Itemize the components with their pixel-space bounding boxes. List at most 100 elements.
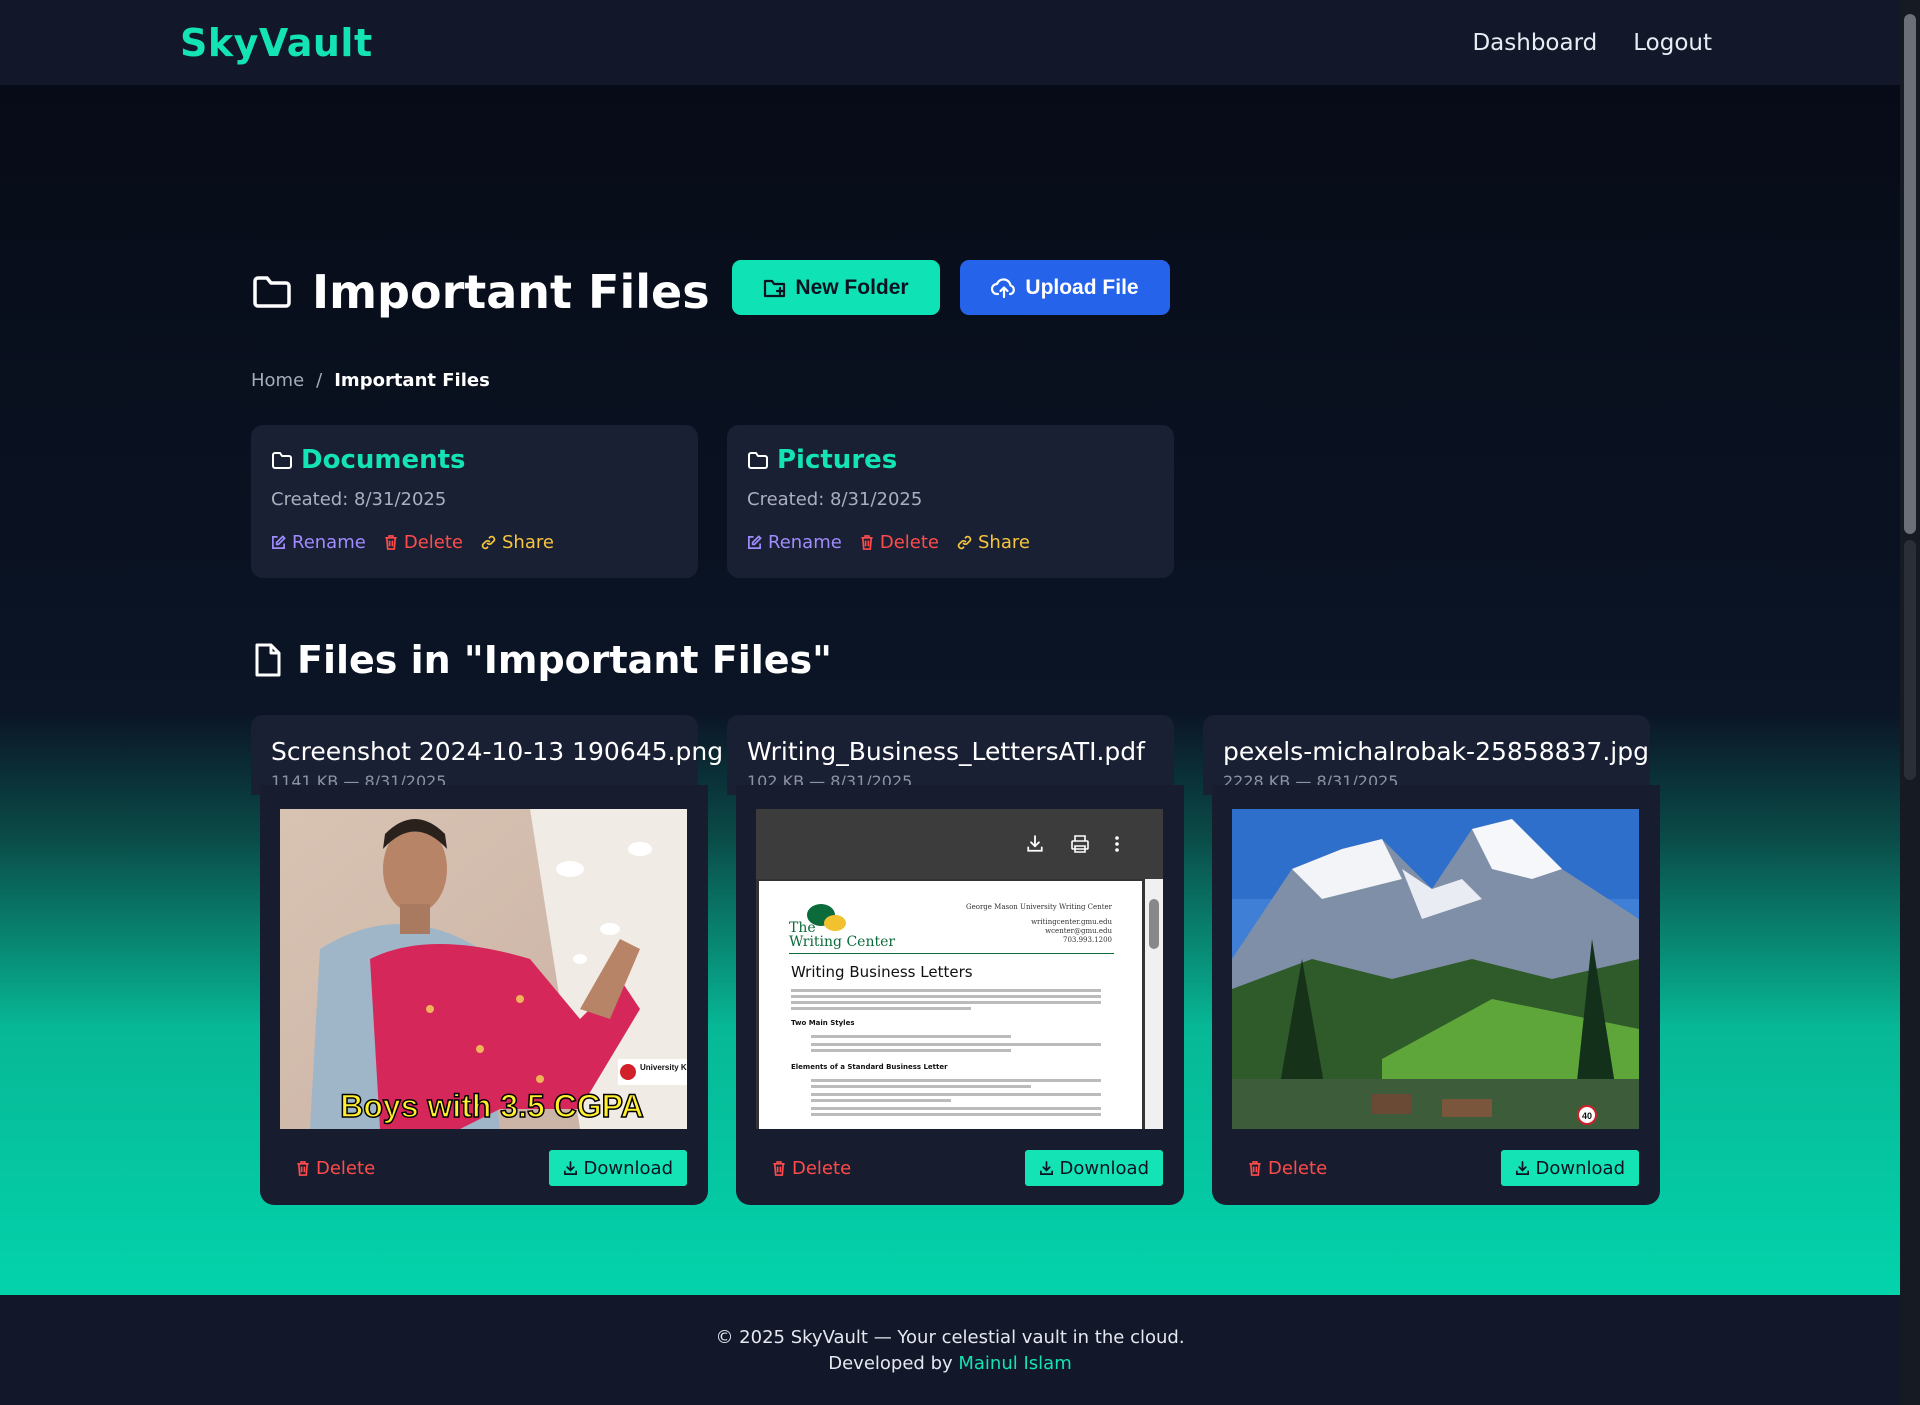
new-folder-label: New Folder [795,275,909,299]
new-folder-button[interactable]: New Folder [732,260,940,315]
footer-credit-prefix: Developed by [828,1353,959,1374]
file-name: Writing_Business_LettersATI.pdf [747,737,1145,766]
delete-button[interactable]: Delete [384,532,463,553]
pdf-section-heading: Elements of a Standard Business Letter [791,1063,948,1071]
folder-name[interactable]: Pictures [777,445,897,475]
top-navbar: SkyVault Dashboard Logout [0,0,1900,85]
pdf-viewer-toolbar [756,809,1163,879]
folder-title-row: Documents [271,445,678,475]
pdf-text-line [791,995,1101,998]
folder-actions: Rename Delete Share [747,532,1154,553]
rename-label: Rename [768,532,842,553]
file-card: pexels-michalrobak-25858837.jpg 2228 KB … [1203,715,1660,1205]
folder-icon [253,276,291,308]
nav-dashboard-link[interactable]: Dashboard [1472,30,1597,56]
cloud-upload-icon [991,277,1016,298]
file-name: Screenshot 2024-10-13 190645.png [271,737,724,766]
folder-icon [272,451,292,469]
rename-button[interactable]: Rename [747,532,842,553]
trash-icon [773,1160,785,1176]
pdf-text-line [811,1079,1101,1082]
nav-logout-link[interactable]: Logout [1633,30,1712,56]
file-meta: 2228 KB — 8/31/2025 [1223,772,1399,786]
file-name: pexels-michalrobak-25858837.jpg [1223,737,1649,766]
folder-card[interactable]: Pictures Created: 8/31/2025 Rename Delet… [727,425,1174,578]
brand-logo[interactable]: SkyVault [180,21,373,65]
file-delete-label: Delete [1268,1157,1328,1179]
trash-icon [861,535,873,550]
preview-badge-text: University Ki M [640,1063,687,1072]
pdf-text-line [811,1043,1101,1046]
rename-button[interactable]: Rename [271,532,366,553]
file-header: pexels-michalrobak-25858837.jpg 2228 KB … [1203,715,1650,795]
pdf-divider [789,953,1114,954]
folder-name[interactable]: Documents [301,445,466,475]
pdf-page: The Writing Center George Mason Universi… [759,881,1142,1129]
file-body: The Writing Center George Mason Universi… [736,785,1184,1205]
photo-preview-image: University Ki M Boys with 3.5 CGPA [280,809,687,1129]
pdf-brand: The Writing Center [789,921,895,949]
pdf-text-line [811,1113,1101,1116]
rename-label: Rename [292,532,366,553]
share-label: Share [501,532,554,553]
pdf-brand-line1: The [789,920,816,936]
pdf-header-line4: 703.993.1200 [1063,936,1112,944]
speed-sign-text: 40 [1582,1111,1592,1121]
delete-button[interactable]: Delete [860,532,939,553]
pdf-text-line [791,1007,971,1010]
file-download-button[interactable]: Download [1500,1150,1639,1186]
pdf-text-line [811,1107,1101,1110]
folder-card[interactable]: Documents Created: 8/31/2025 Rename Dele… [251,425,698,578]
download-icon[interactable] [1026,835,1044,853]
pdf-preview[interactable]: The Writing Center George Mason Universi… [756,809,1163,1129]
image-preview[interactable]: 40 [1232,809,1639,1129]
footer-author-link[interactable]: Mainul Islam [958,1353,1071,1374]
upload-file-button[interactable]: Upload File [960,260,1170,315]
file-delete-label: Delete [316,1157,376,1179]
file-card: Writing_Business_LettersATI.pdf 102 KB —… [727,715,1184,1205]
folder-created-date: Created: 8/31/2025 [271,489,447,510]
files-heading: Files in "Important Files" [297,638,832,682]
file-download-label: Download [1535,1157,1625,1179]
file-download-label: Download [1059,1157,1149,1179]
file-delete-button[interactable]: Delete [280,1158,375,1179]
mountain-landscape-image: 40 [1232,809,1639,1129]
file-delete-button[interactable]: Delete [1232,1158,1327,1179]
page-title: Important Files [312,265,710,319]
more-vertical-icon[interactable] [1114,835,1120,853]
file-download-button[interactable]: Download [1024,1150,1163,1186]
footer-copyright: © 2025 SkyVault — Your celestial vault i… [715,1327,1185,1348]
file-meta: 102 KB — 8/31/2025 [747,772,913,786]
file-body: University Ki M Boys with 3.5 CGPA Delet… [260,785,708,1205]
nav-links: Dashboard Logout [1472,30,1712,56]
file-delete-label: Delete [792,1157,852,1179]
files-section-heading: Files in "Important Files" [253,638,832,682]
image-preview[interactable]: University Ki M Boys with 3.5 CGPA [280,809,687,1129]
print-icon[interactable] [1070,834,1090,854]
file-body: 40 Delete Download [1212,785,1660,1205]
file-download-button[interactable]: Download [548,1150,687,1186]
download-icon [1039,1160,1053,1175]
file-delete-button[interactable]: Delete [756,1158,851,1179]
file-actions: Delete Download [756,1150,1163,1186]
folder-title-row: Pictures [747,445,1154,475]
footer: © 2025 SkyVault — Your celestial vault i… [0,1295,1900,1405]
breadcrumb-home[interactable]: Home [251,370,304,391]
folder-actions: Rename Delete Share [271,532,678,553]
pdf-text-line [811,1093,1101,1096]
page-scrollbar-thumb[interactable] [1904,14,1916,534]
folder-plus-icon [764,279,786,297]
pdf-header-line3: wcenter@gmu.edu [1045,927,1112,935]
share-button[interactable]: Share [957,532,1030,553]
page-heading: Important Files [252,265,710,319]
footer-credit: Developed by Mainul Islam [0,1351,1900,1377]
edit-icon [748,535,762,549]
pdf-scrollbar[interactable] [1145,879,1163,1129]
pdf-brand-line2: Writing Center [789,934,896,950]
action-buttons: New Folder Upload File [732,260,1170,315]
file-download-label: Download [583,1157,673,1179]
share-label: Share [977,532,1030,553]
pdf-scrollbar-thumb[interactable] [1149,899,1159,949]
page-scrollbar[interactable] [1900,0,1920,1405]
share-button[interactable]: Share [481,532,554,553]
